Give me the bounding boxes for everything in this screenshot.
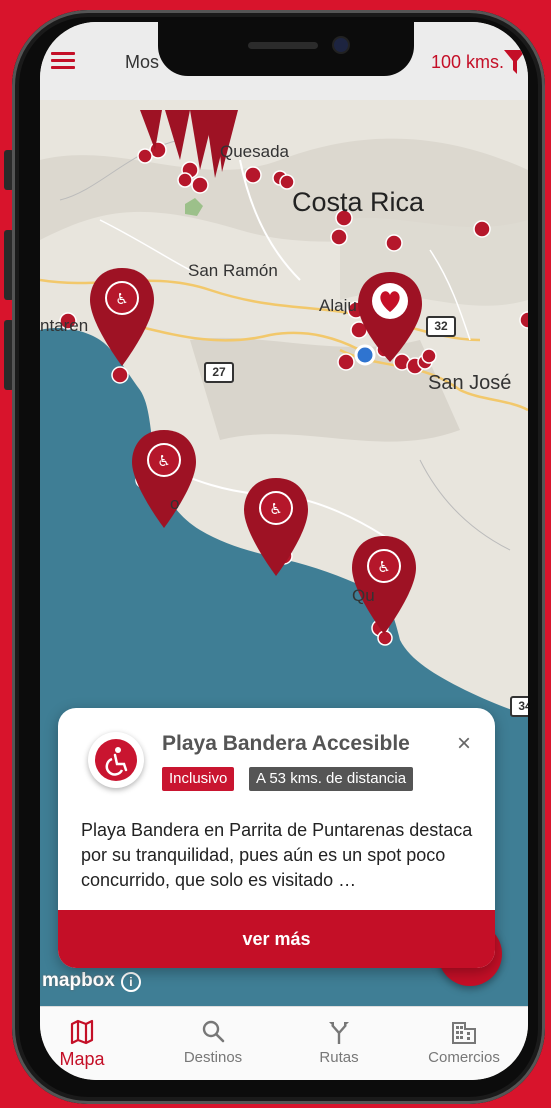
svg-text:♿: ♿ (157, 452, 170, 470)
search-icon (202, 1020, 225, 1043)
distance-badge: A 53 kms. de distancia (249, 767, 414, 791)
wheelchair-icon (105, 747, 128, 776)
category-badge: Inclusivo (162, 767, 235, 791)
nav-item-label: Rutas (319, 1049, 359, 1066)
bottom-navigation: Mapa Destinos Rutas Comercios (40, 1006, 528, 1080)
nav-item-comercios[interactable]: Comercios (414, 1019, 514, 1066)
display-mode-label[interactable]: Mos (125, 52, 159, 73)
nav-item-mapa[interactable]: Mapa (40, 1019, 132, 1070)
road-shield-27: 27 (204, 362, 234, 383)
place-category-avatar (88, 732, 144, 788)
nav-item-destinos[interactable]: Destinos (163, 1019, 263, 1066)
svg-text:♿: ♿ (377, 558, 390, 576)
map-label-san-ramon: San Ramón (188, 261, 278, 280)
place-description: Playa Bandera en Parrita de Puntarenas d… (81, 820, 473, 890)
road-shield-34: 34 (510, 696, 528, 717)
see-more-button[interactable]: ver más (58, 910, 495, 968)
nav-item-label: Comercios (428, 1049, 500, 1066)
place-title: Playa Bandera Accesible (162, 732, 410, 755)
map-label-puntarenas: ntaren (40, 316, 89, 335)
road-shield-32: 32 (426, 316, 456, 337)
nav-item-label: Mapa (59, 1049, 105, 1069)
mapbox-logo: mapbox (42, 970, 115, 991)
mapbox-attribution[interactable]: mapbox i (42, 970, 141, 992)
building-icon (452, 1022, 476, 1044)
front-camera (334, 38, 348, 52)
filter-icon[interactable] (504, 50, 526, 74)
nav-item-label: Destinos (183, 1049, 243, 1066)
map-label-jaco: o (170, 494, 180, 513)
speaker-grille (248, 42, 318, 49)
nav-item-rutas[interactable]: Rutas (289, 1019, 389, 1066)
map-label-country: Costa Rica (292, 187, 425, 217)
phone-screen: ♿ ♿ ♿ ♿ Quesada Costa Rica San Ramón Ala… (40, 22, 528, 1080)
info-icon[interactable]: i (120, 972, 141, 992)
user-location-dot (354, 344, 376, 366)
close-icon[interactable]: × (457, 730, 471, 758)
place-info-card[interactable]: Playa Bandera Accesible × Inclusivo A 53… (58, 708, 495, 968)
svg-text:♿: ♿ (115, 290, 128, 308)
map-label-quesada: Quesada (220, 142, 289, 161)
route-icon (329, 1022, 349, 1044)
svg-text:♿: ♿ (269, 500, 282, 518)
search-radius-label[interactable]: 100 kms. (431, 52, 504, 73)
hamburger-menu-icon[interactable] (51, 52, 75, 70)
map-icon (70, 1019, 94, 1045)
map-label-alajuela: Alaju (319, 296, 357, 315)
map-label-quepos: Qu (352, 586, 375, 605)
map-label-san-jose: San José (428, 372, 512, 394)
device-notch (158, 22, 414, 76)
